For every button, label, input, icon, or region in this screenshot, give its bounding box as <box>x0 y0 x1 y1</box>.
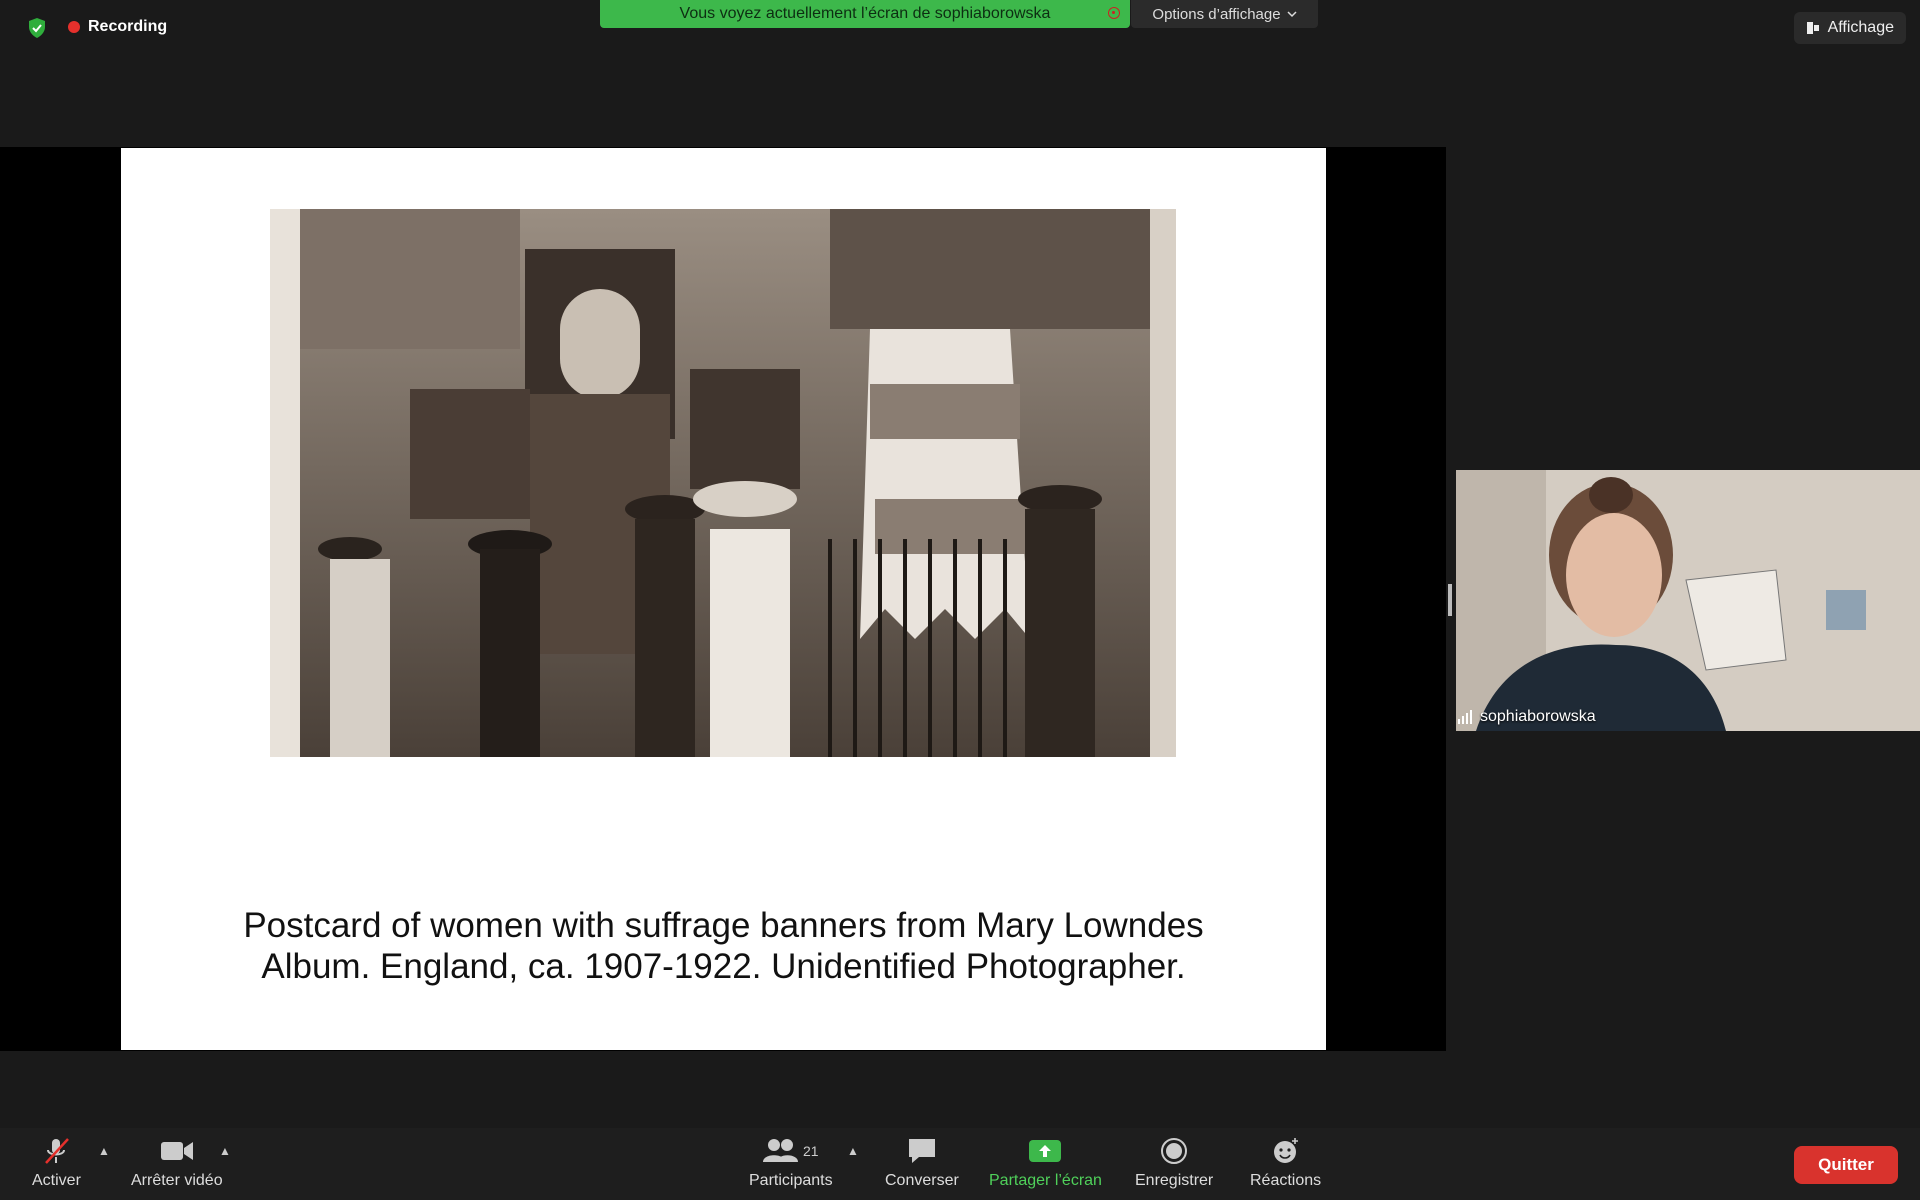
participants-count: 21 <box>803 1143 819 1159</box>
mic-muted-icon <box>41 1136 71 1166</box>
screen-share-banner: Vous voyez actuellement l’écran de sophi… <box>600 0 1130 28</box>
record-button[interactable]: Enregistrer <box>1135 1136 1213 1190</box>
reactions-label: Réactions <box>1250 1172 1322 1189</box>
audio-options-caret[interactable]: ▲ <box>98 1144 110 1158</box>
stop-video-button[interactable]: Arrêter vidéo <box>131 1136 223 1190</box>
view-icon <box>1806 22 1819 34</box>
quit-button[interactable]: Quitter <box>1794 1146 1898 1184</box>
chat-icon <box>907 1136 937 1166</box>
security-shield-icon[interactable] <box>22 16 52 40</box>
record-dot-icon <box>68 21 80 33</box>
participants-button[interactable]: 21 Participants <box>749 1136 833 1190</box>
record-label: Enregistrer <box>1135 1172 1214 1189</box>
chat-button[interactable]: Converser <box>885 1136 959 1190</box>
chat-label: Converser <box>885 1172 959 1189</box>
stop-video-label: Arrêter vidéo <box>131 1172 223 1189</box>
share-screen-label: Partager l’écran <box>989 1172 1102 1189</box>
chevron-down-icon <box>1287 10 1297 17</box>
participant-name: sophiaborowska <box>1480 708 1596 725</box>
meeting-toolbar <box>0 1128 1920 1200</box>
slide-caption: Postcard of women with suffrage banners … <box>121 905 1326 987</box>
view-options-button[interactable]: Options d’affichage <box>1131 0 1318 28</box>
view-options-label: Options d’affichage <box>1152 5 1281 23</box>
caption-line-2: Album. England, ca. 1907-1922. Unidentif… <box>261 947 1186 986</box>
unmute-label: Activer <box>32 1172 81 1189</box>
participant-video[interactable] <box>1456 470 1920 731</box>
banner-text: Vous voyez actuellement l’écran de sophi… <box>679 5 1051 22</box>
share-screen-icon <box>1028 1136 1062 1166</box>
signal-icon <box>1458 710 1472 724</box>
participants-label: Participants <box>749 1172 833 1189</box>
participants-options-caret[interactable]: ▲ <box>847 1144 859 1158</box>
share-screen-button[interactable]: Partager l’écran <box>989 1136 1102 1190</box>
reactions-button[interactable]: Réactions <box>1250 1136 1321 1190</box>
caption-line-1: Postcard of women with suffrage banners … <box>243 906 1204 945</box>
recording-label: Recording <box>88 18 168 35</box>
unmute-button[interactable]: Activer <box>32 1136 81 1190</box>
participant-name-tag: sophiaborowska <box>1458 708 1596 726</box>
recording-indicator[interactable]: Recording <box>68 18 167 36</box>
video-icon <box>160 1136 194 1166</box>
video-options-caret[interactable]: ▲ <box>219 1144 231 1158</box>
close-icon[interactable] <box>1108 7 1120 19</box>
view-label: Affichage <box>1827 19 1894 36</box>
view-button[interactable]: Affichage <box>1793 12 1906 44</box>
record-icon <box>1160 1136 1188 1166</box>
suffrage-postcard-image <box>270 209 1176 757</box>
resize-handle[interactable] <box>1448 584 1452 616</box>
participants-icon: 21 <box>763 1136 819 1166</box>
reactions-icon <box>1271 1136 1301 1166</box>
